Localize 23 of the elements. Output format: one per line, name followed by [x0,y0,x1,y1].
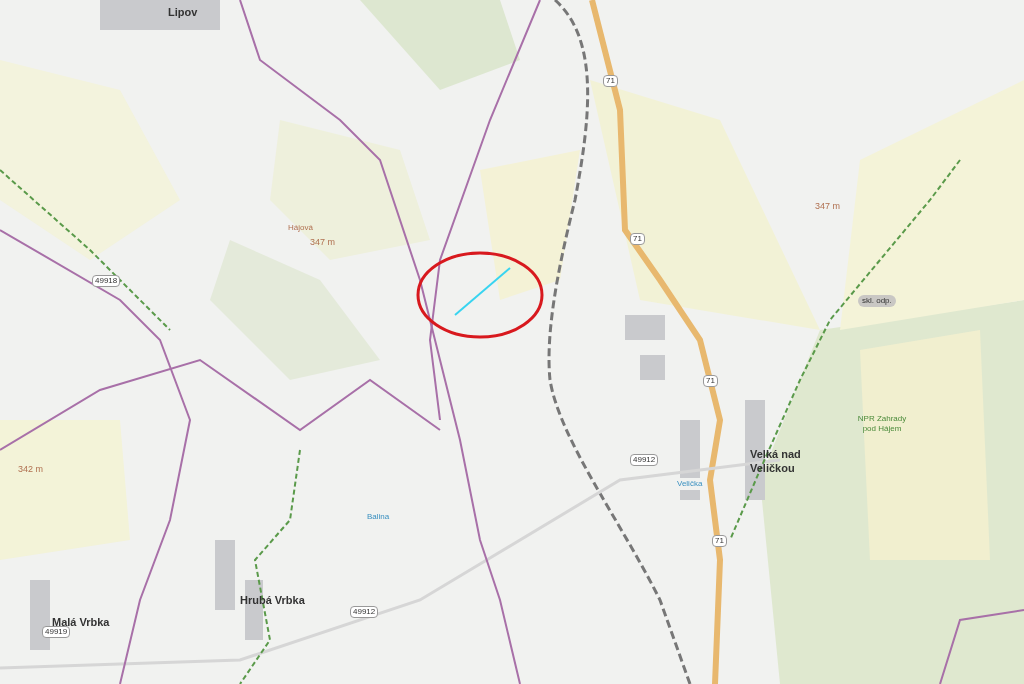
stream-label: Velička [676,478,704,490]
road-number-sign: 71 [630,233,645,245]
road-number-sign: 49919 [42,626,71,638]
place-name: Malá Vrbka [52,615,110,629]
building-block [640,355,665,380]
road-number-sign: 49912 [630,454,659,466]
road-number-sign: 71 [603,75,618,87]
road-number-sign: 49912 [350,606,379,618]
road-number-sign: 49918 [92,275,121,287]
place-name: Lipov [168,5,198,20]
place-name: Hrubá Vrbka [240,593,305,608]
place-name: Velká nad Veličkou [750,448,802,476]
road-number-sign: 71 [712,535,727,547]
road-number-sign: 71 [703,375,718,387]
elevation-label: 347 m [815,200,840,213]
marked-line [454,267,511,316]
locality-label: Hájová [288,222,313,234]
feature-label: skl. odp. [858,295,896,307]
elevation-label: 342 m [18,463,43,476]
elevation-label: 347 m [310,236,335,249]
building-block [215,540,235,610]
building-block [625,315,665,340]
reserve-label: NPR Zahrady pod Hájem [856,414,908,434]
